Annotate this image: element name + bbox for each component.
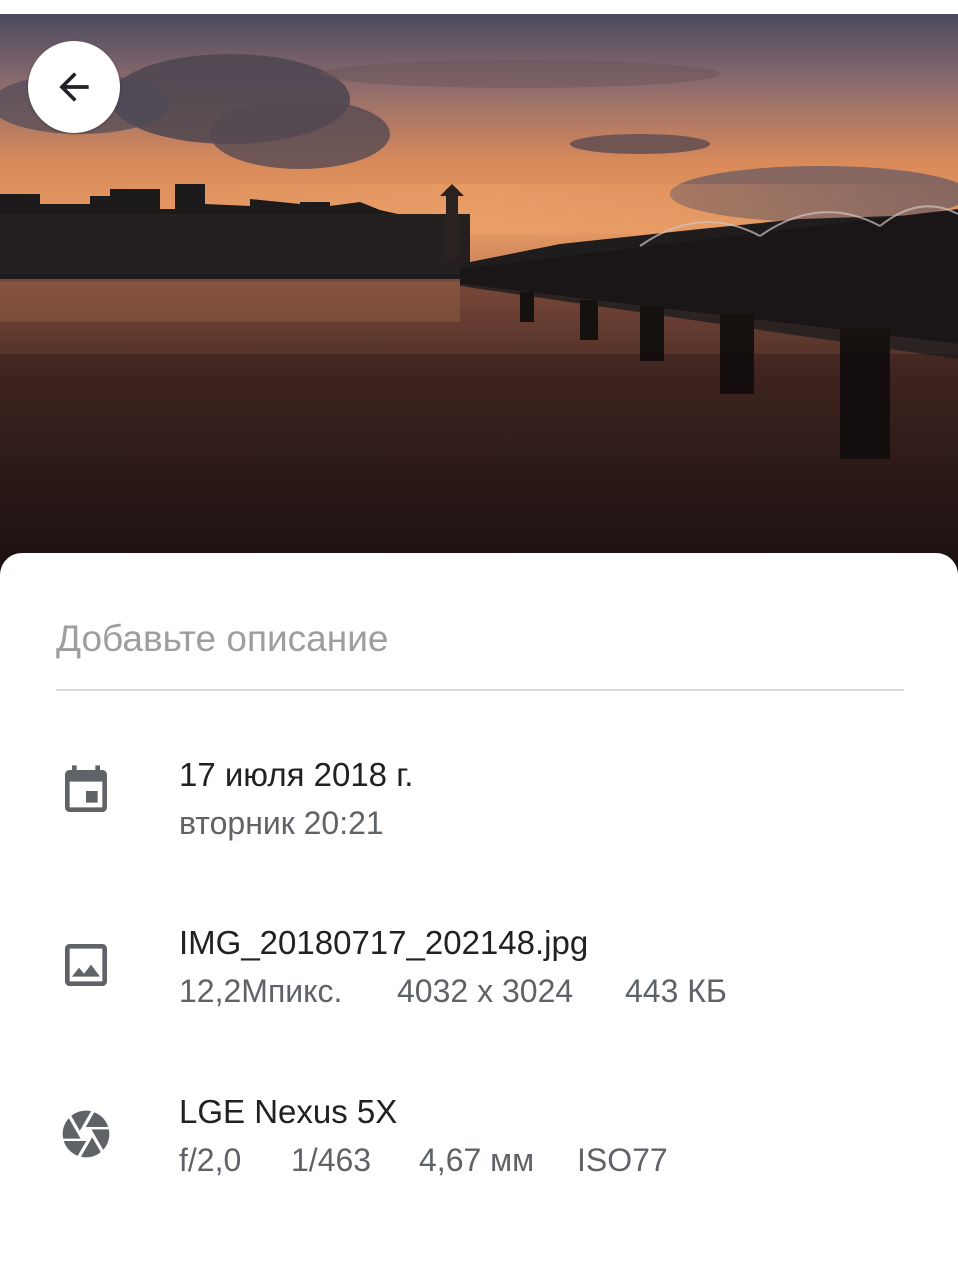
date-subtitle: вторник 20:21 bbox=[179, 805, 384, 841]
file-resolution: 4032 x 3024 bbox=[397, 973, 574, 1009]
description-input[interactable]: Добавьте описание bbox=[56, 617, 388, 661]
date-title: 17 июля 2018 г. bbox=[179, 756, 414, 793]
camera-shutter: 1/463 bbox=[291, 1142, 372, 1178]
file-megapixels: 12,2Мпикс. bbox=[179, 973, 343, 1009]
camera-model: LGE Nexus 5X bbox=[179, 1093, 398, 1130]
status-bar-area bbox=[0, 0, 958, 14]
back-button[interactable] bbox=[28, 41, 120, 133]
file-details: 12,2Мпикс. 4032 x 3024 443 КБ bbox=[179, 971, 727, 1011]
image-icon bbox=[65, 944, 107, 986]
file-size: 443 КБ bbox=[625, 973, 727, 1009]
camera-focal-length: 4,67 мм bbox=[419, 1142, 535, 1178]
camera-aperture: f/2,0 bbox=[179, 1142, 242, 1178]
camera-settings: f/2,0 1/463 4,67 мм ISO77 bbox=[179, 1140, 668, 1180]
calendar-icon bbox=[65, 765, 107, 812]
sunset-photo-illustration bbox=[0, 14, 958, 574]
arrow-left-icon bbox=[59, 72, 89, 102]
aperture-icon bbox=[62, 1110, 110, 1158]
photo-preview[interactable] bbox=[0, 14, 958, 574]
description-divider bbox=[56, 689, 904, 691]
camera-iso: ISO77 bbox=[577, 1142, 668, 1178]
file-name: IMG_20180717_202148.jpg bbox=[179, 924, 589, 961]
